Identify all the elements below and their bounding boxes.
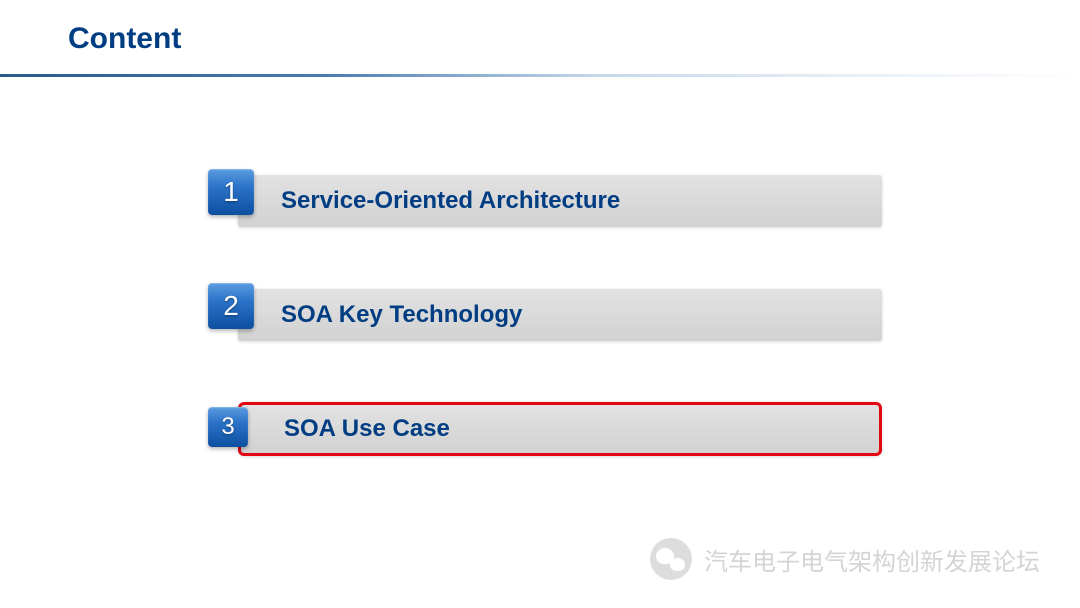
item-number: 2: [223, 290, 239, 322]
wechat-icon: [650, 538, 692, 580]
page-title: Content: [68, 22, 1080, 56]
watermark-text: 汽车电子电气架构创新发展论坛: [704, 542, 1040, 577]
content-item-1: Service-Oriented Architecture 1: [208, 169, 882, 227]
watermark: 汽车电子电气架构创新发展论坛: [650, 538, 1040, 580]
content-item-3: SOA Use Case 3: [208, 397, 882, 455]
item-number: 1: [223, 176, 239, 208]
number-badge: 1: [208, 169, 254, 215]
content-item-bar: SOA Key Technology: [238, 289, 882, 341]
slide-header: Content: [0, 0, 1080, 56]
content-item-label: Service-Oriented Architecture: [281, 187, 620, 215]
number-badge: 3: [208, 407, 248, 447]
content-item-label: SOA Key Technology: [281, 301, 522, 329]
header-divider: [0, 74, 1080, 77]
content-list: Service-Oriented Architecture 1 SOA Key …: [0, 169, 1080, 455]
content-item-bar: Service-Oriented Architecture: [238, 175, 882, 227]
item-number: 3: [221, 413, 234, 441]
content-item-label: SOA Use Case: [284, 415, 450, 443]
number-badge: 2: [208, 283, 254, 329]
content-item-2: SOA Key Technology 2: [208, 283, 882, 341]
content-item-bar-highlighted: SOA Use Case: [238, 402, 882, 456]
